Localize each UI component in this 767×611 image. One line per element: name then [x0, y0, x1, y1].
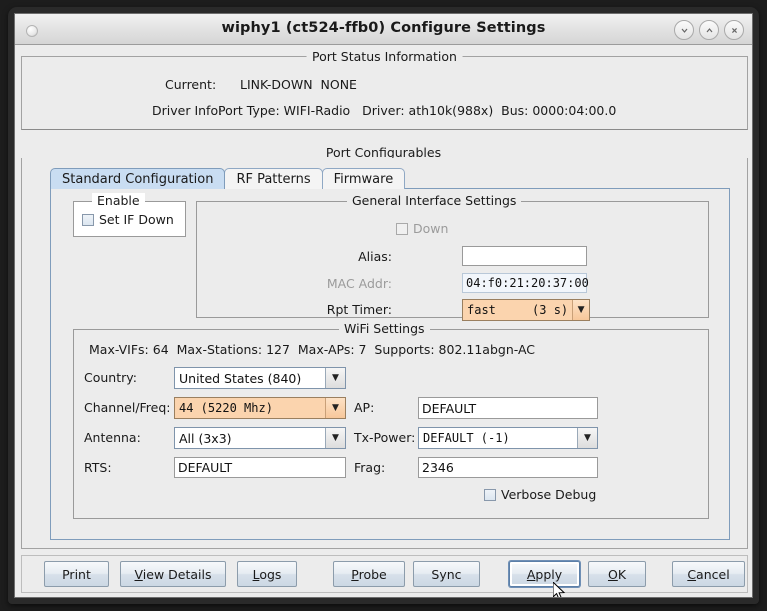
set-if-down-checkbox-row[interactable]: Set IF Down: [82, 212, 174, 227]
tab-strip: Standard Configuration RF Patterns Firmw…: [50, 167, 406, 189]
rpt-timer-combo[interactable]: fast (3 s) ▼: [462, 299, 590, 321]
port-status-legend: Port Status Information: [306, 49, 463, 64]
antenna-value: All (3x3): [175, 428, 325, 448]
print-button[interactable]: Print: [44, 561, 109, 587]
rpt-timer-label: Rpt Timer:: [326, 302, 392, 317]
ap-input[interactable]: [418, 397, 598, 419]
tab-firmware[interactable]: Firmware: [321, 168, 406, 189]
maximize-icon[interactable]: [699, 20, 719, 40]
tab-panel-standard-configuration: Enable Set IF Down General Interface Set…: [50, 188, 730, 540]
minimize-icon[interactable]: [674, 20, 694, 40]
wifi-capabilities-line: Max-VIFs: 64 Max-Stations: 127 Max-APs: …: [89, 342, 536, 357]
probe-mnemonic: P: [351, 566, 359, 582]
close-icon[interactable]: [724, 20, 744, 40]
cancel-button-label: ancel: [696, 566, 730, 582]
channel-freq-combo[interactable]: 44 (5220 Mhz) ▼: [174, 397, 346, 419]
driver-info-label: Driver Info:: [152, 103, 223, 118]
ok-button[interactable]: OK: [588, 561, 646, 587]
footer-button-bar: Print View Details Logs Probe Sync Apply…: [21, 555, 748, 593]
logs-button-label: ogs: [259, 566, 282, 582]
ap-label: AP:: [354, 400, 375, 415]
window-inner: wiphy1 (ct524-ffb0) Configure Settings P…: [14, 13, 753, 598]
apply-button[interactable]: Apply: [509, 561, 580, 587]
verbose-debug-checkbox-row[interactable]: Verbose Debug: [484, 487, 596, 502]
rts-input[interactable]: [174, 457, 346, 478]
chevron-down-icon[interactable]: ▼: [325, 368, 345, 388]
enable-group-legend: Enable: [92, 193, 145, 208]
wifi-settings-legend: WiFi Settings: [339, 321, 430, 336]
wifi-settings-group: WiFi Settings Max-VIFs: 64 Max-Stations:…: [73, 321, 709, 519]
down-checkbox[interactable]: [396, 222, 408, 235]
tx-power-label: Tx-Power:: [354, 430, 416, 445]
rts-label: RTS:: [84, 460, 112, 475]
rpt-timer-value: fast (3 s): [463, 300, 573, 320]
channel-freq-value: 44 (5220 Mhz): [175, 398, 325, 418]
chevron-down-icon[interactable]: ▼: [325, 428, 345, 448]
tab-standard-configuration[interactable]: Standard Configuration: [50, 168, 226, 189]
set-if-down-checkbox[interactable]: [82, 213, 94, 226]
alias-label: Alias:: [358, 249, 392, 264]
general-interface-legend: General Interface Settings: [347, 193, 522, 208]
tx-power-combo[interactable]: DEFAULT (-1) ▼: [418, 427, 598, 449]
driver-info-value: Port Type: WIFI-Radio Driver: ath10k(988…: [218, 103, 617, 118]
verbose-debug-checkbox[interactable]: [484, 488, 496, 501]
antenna-label: Antenna:: [84, 430, 141, 445]
alias-input[interactable]: [462, 246, 587, 266]
view-details-button[interactable]: View Details: [120, 561, 226, 587]
view-details-button-label: iew Details: [142, 566, 212, 582]
frag-input[interactable]: [418, 457, 598, 478]
ok-button-label: K: [617, 566, 627, 582]
cancel-button[interactable]: Cancel: [672, 561, 745, 587]
antenna-combo[interactable]: All (3x3) ▼: [174, 427, 346, 449]
frag-label: Frag:: [354, 460, 386, 475]
window-frame: wiphy1 (ct524-ffb0) Configure Settings P…: [8, 7, 759, 604]
mac-addr-value: 04:f0:21:20:37:00: [462, 273, 589, 293]
probe-button[interactable]: Probe: [333, 561, 405, 587]
chevron-down-icon[interactable]: ▼: [572, 300, 589, 320]
set-if-down-label: Set IF Down: [99, 212, 174, 227]
enable-group: Enable Set IF Down: [73, 193, 186, 237]
country-label: Country:: [84, 370, 137, 385]
verbose-debug-label: Verbose Debug: [501, 487, 597, 502]
tab-rf-patterns[interactable]: RF Patterns: [224, 168, 323, 189]
window-controls: [674, 20, 744, 40]
tab-label: Standard Configuration: [62, 171, 214, 187]
mac-addr-label: MAC Addr:: [326, 276, 392, 291]
window-title: wiphy1 (ct524-ffb0) Configure Settings: [221, 20, 546, 36]
sync-button-label: Sync: [431, 566, 462, 582]
tx-power-value: DEFAULT (-1): [419, 428, 577, 448]
port-status-group: Port Status Information Current: LINK-DO…: [21, 49, 748, 130]
ok-mnemonic: O: [607, 566, 618, 582]
probe-button-label: robe: [358, 566, 387, 582]
tab-label: RF Patterns: [236, 171, 311, 187]
cancel-mnemonic: C: [687, 566, 697, 582]
down-label: Down: [413, 221, 449, 236]
sync-button[interactable]: Sync: [413, 561, 480, 587]
logs-button[interactable]: Logs: [237, 561, 297, 587]
channel-freq-label: Channel/Freq:: [84, 400, 171, 415]
current-value: LINK-DOWN NONE: [240, 77, 357, 92]
country-value: United States (840): [175, 368, 325, 388]
down-checkbox-row[interactable]: Down: [396, 221, 448, 236]
current-label: Current:: [165, 77, 217, 92]
title-bar[interactable]: wiphy1 (ct524-ffb0) Configure Settings: [15, 14, 752, 45]
chevron-down-icon[interactable]: ▼: [325, 398, 345, 418]
general-interface-settings-group: General Interface Settings Down Alias: M…: [196, 193, 709, 321]
apply-button-label: pply: [535, 566, 563, 582]
country-combo[interactable]: United States (840) ▼: [174, 367, 346, 389]
chevron-down-icon[interactable]: ▼: [577, 428, 597, 448]
tab-label: Firmware: [333, 171, 394, 187]
print-button-label: Print: [62, 566, 91, 582]
view-details-mnemonic: V: [134, 566, 143, 582]
